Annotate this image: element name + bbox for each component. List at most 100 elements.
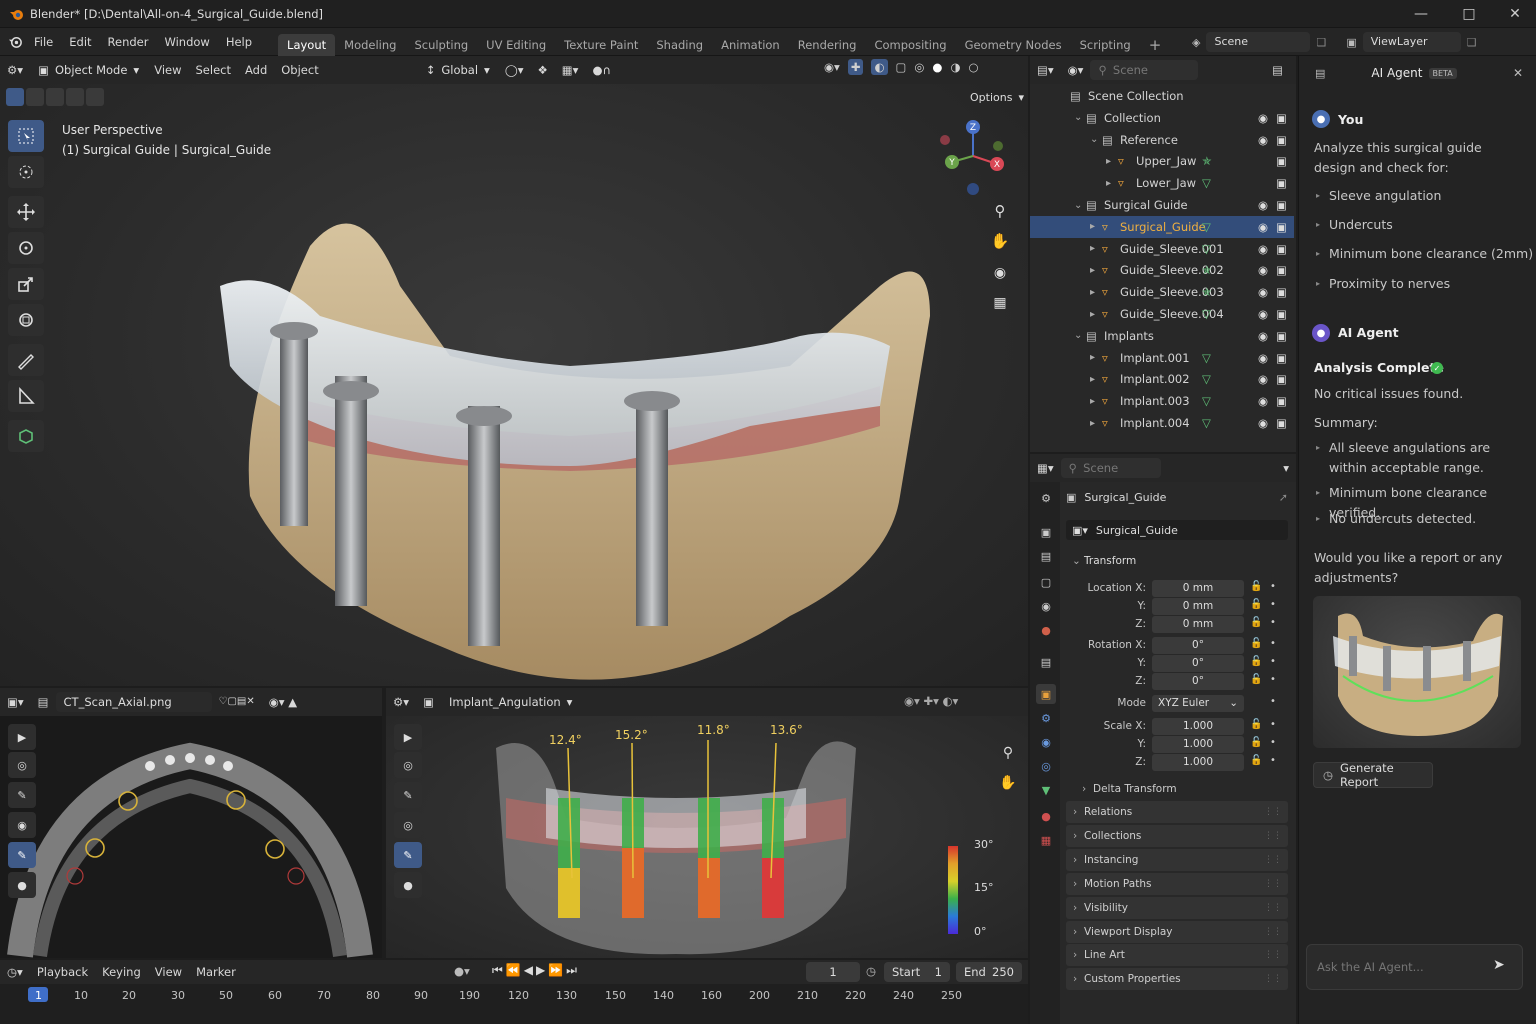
expand-arrow-icon[interactable]: ▸ [1090, 287, 1095, 298]
render-visibility-icon[interactable]: ▣ [1276, 372, 1287, 386]
current-frame-field[interactable]: 1 [806, 962, 860, 982]
select-extend-icon[interactable] [26, 88, 44, 106]
tab-shading[interactable]: Shading [647, 34, 712, 56]
outliner-row[interactable]: ⌄ ▤ Collection ◉ ▣ [1030, 107, 1294, 129]
armature-data-icon[interactable]: ✯ [1202, 154, 1212, 168]
render-visibility-icon[interactable]: ▣ [1276, 198, 1287, 212]
angulation-mask-tool[interactable]: ● [394, 872, 422, 898]
image-editor[interactable]: ▣▾ ▤ CT_Scan_Axial.png ♡▢▤✕ ◉▾ ▲ ▶ ◎ ✎ ◉… [0, 688, 382, 958]
lock-icon[interactable]: 🔓 [1250, 719, 1262, 730]
menu-render[interactable]: Render [100, 28, 157, 56]
properties-section-header[interactable]: Visibility ⋮⋮ [1066, 896, 1288, 919]
generate-report-button[interactable]: ◷ Generate Report [1313, 761, 1433, 789]
lock-icon[interactable]: 🔓 [1250, 674, 1262, 685]
visibility-eye-icon[interactable]: ◉ [1258, 394, 1268, 408]
expand-arrow-icon[interactable]: ▸ [1090, 374, 1095, 385]
expand-arrow-icon[interactable]: ▸ [1090, 221, 1095, 232]
render-visibility-icon[interactable]: ▣ [1276, 154, 1287, 168]
shading-solid-icon[interactable]: ● [932, 60, 942, 74]
properties-section-header[interactable]: Viewport Display ⋮⋮ [1066, 920, 1288, 943]
expand-arrow-icon[interactable]: ▸ [1106, 178, 1111, 189]
collection-tab-icon[interactable]: ▤ [1036, 652, 1056, 672]
select-subtract-icon[interactable] [46, 88, 64, 106]
render-visibility-icon[interactable]: ▣ [1276, 242, 1287, 256]
mesh-data-icon[interactable]: ▽ [1202, 176, 1211, 190]
tab-texture-paint[interactable]: Texture Paint [555, 34, 647, 56]
minimize-button[interactable]: — [1398, 0, 1444, 28]
outliner-row[interactable]: ▸ ▿ Guide_Sleeve.003 ✯ ◉ ▣ [1030, 281, 1294, 303]
angulation-annotate-tool[interactable]: ✎ [394, 782, 422, 808]
mesh-data-icon[interactable]: ▽ [1202, 220, 1211, 234]
render-visibility-icon[interactable]: ▣ [1276, 133, 1287, 147]
pin-icon[interactable]: ➚ [1279, 491, 1288, 504]
armature-data-icon[interactable]: ✯ [1202, 285, 1212, 299]
timeline-playback-menu[interactable]: Playback [30, 961, 95, 983]
options-dropdown[interactable]: Options ▾ [962, 88, 1032, 108]
overlays-icon[interactable]: ◐ [871, 59, 888, 75]
transform-tool-button[interactable] [8, 304, 44, 336]
tab-geometry-nodes[interactable]: Geometry Nodes [956, 34, 1071, 56]
annotate-tool-button[interactable] [8, 344, 44, 376]
image-view-mode-icon[interactable]: ◉▾ ▲ [262, 691, 304, 713]
outliner-search[interactable]: ⚲ Scene [1090, 60, 1199, 80]
render-visibility-icon[interactable]: ▣ [1276, 329, 1287, 343]
ct-mask-tool[interactable]: ● [8, 872, 36, 898]
tab-layout[interactable]: Layout [278, 33, 336, 56]
lock-icon[interactable]: 🔓 [1250, 638, 1262, 649]
start-frame-field[interactable]: Start 1 [884, 962, 950, 982]
drag-handle-icon[interactable]: ⋮⋮ [1264, 801, 1282, 823]
rotation-z-field[interactable]: 0° [1152, 673, 1244, 690]
close-panel-icon[interactable]: ✕ [1513, 66, 1523, 80]
mesh-data-icon[interactable]: ▽ [1202, 307, 1211, 321]
viewlayer-selector[interactable]: ViewLayer [1362, 32, 1461, 52]
angulation-camera-icon[interactable]: ▣ [416, 691, 441, 713]
drag-handle-icon[interactable]: ⋮⋮ [1264, 825, 1282, 847]
render-visibility-icon[interactable]: ▣ [1276, 220, 1287, 234]
tab-compositing[interactable]: Compositing [865, 34, 955, 56]
pan-view-icon[interactable]: ✋ [986, 228, 1014, 254]
expand-arrow-icon[interactable]: ⌄ [1074, 330, 1082, 341]
lock-icon[interactable]: 🔓 [1250, 755, 1262, 766]
tab-modeling[interactable]: Modeling [335, 34, 405, 56]
proportional-edit-icon[interactable]: ●∩ [585, 59, 617, 81]
menu-object[interactable]: Object [274, 59, 325, 81]
menu-window[interactable]: Window [156, 28, 217, 56]
render-visibility-icon[interactable]: ▣ [1276, 111, 1287, 125]
timeline-view-menu[interactable]: View [148, 961, 189, 983]
select-intersect-icon[interactable] [86, 88, 104, 106]
expand-arrow-icon[interactable]: ▸ [1090, 243, 1095, 254]
keyframe-dot-icon[interactable]: • [1270, 755, 1276, 766]
visibility-eye-icon[interactable]: ◉ [1258, 372, 1268, 386]
expand-arrow-icon[interactable]: ▸ [1106, 156, 1111, 167]
scene-selector[interactable]: Scene [1206, 32, 1311, 52]
keyframe-dot-icon[interactable]: • [1270, 719, 1276, 730]
outliner-row[interactable]: ⌄ ▤ Implants ◉ ▣ [1030, 325, 1294, 347]
outliner-row[interactable]: ▸ ▿ Implant.001 ▽ ◉ ▣ [1030, 347, 1294, 369]
angulation-measure-tool[interactable]: ✎ [394, 842, 422, 868]
angulation-pan-icon[interactable]: ✋ [994, 770, 1022, 796]
rotate-tool-button[interactable] [8, 232, 44, 264]
gizmo-icon[interactable]: ✚ [847, 59, 864, 75]
outliner-row[interactable]: ▸ ▿ Implant.004 ▽ ◉ ▣ [1030, 412, 1294, 434]
keyframe-dot-icon[interactable]: • [1270, 696, 1276, 707]
data-tab-icon[interactable]: ● [1036, 806, 1056, 826]
tab-sculpting[interactable]: Sculpting [405, 34, 477, 56]
outliner-row[interactable]: ▸ ▿ Implant.003 ▽ ◉ ▣ [1030, 390, 1294, 412]
outliner-row[interactable]: ▸ ▿ Guide_Sleeve.001 ▽ ◉ ▣ [1030, 238, 1294, 260]
visibility-eye-icon[interactable]: ◉ [1258, 263, 1268, 277]
outliner-row[interactable]: ▸ ▿ Surgical_Guide ▽ ◉ ▣ [1030, 215, 1294, 238]
measure-tool-button[interactable] [8, 380, 44, 412]
angulation-viewport[interactable]: ⚙▾ ▣ Implant_Angulation ▾ ◉▾ ✚▾ ◐▾ ▶ ◎ ✎ … [386, 688, 1028, 958]
camera-view-icon[interactable]: ◉ [986, 260, 1014, 286]
output-tab-icon[interactable]: ▤ [1036, 546, 1056, 566]
navigation-gizmo[interactable]: Z X Y [940, 118, 1010, 198]
lock-icon[interactable]: 🔓 [1250, 617, 1262, 628]
angulation-cursor-tool[interactable]: ◎ [394, 752, 422, 778]
outliner-row[interactable]: ▸ ▿ Lower_Jaw ▽ ▣ [1030, 172, 1294, 194]
rotation-y-field[interactable]: 0° [1152, 655, 1244, 672]
outliner-editor-icon[interactable]: ▤▾ [1030, 59, 1061, 81]
drag-handle-icon[interactable]: ⋮⋮ [1264, 968, 1282, 990]
mesh-data-icon[interactable]: ▽ [1202, 416, 1211, 430]
expand-arrow-icon[interactable]: ▸ [1090, 418, 1095, 429]
render-tab-icon[interactable]: ▣ [1036, 522, 1056, 542]
